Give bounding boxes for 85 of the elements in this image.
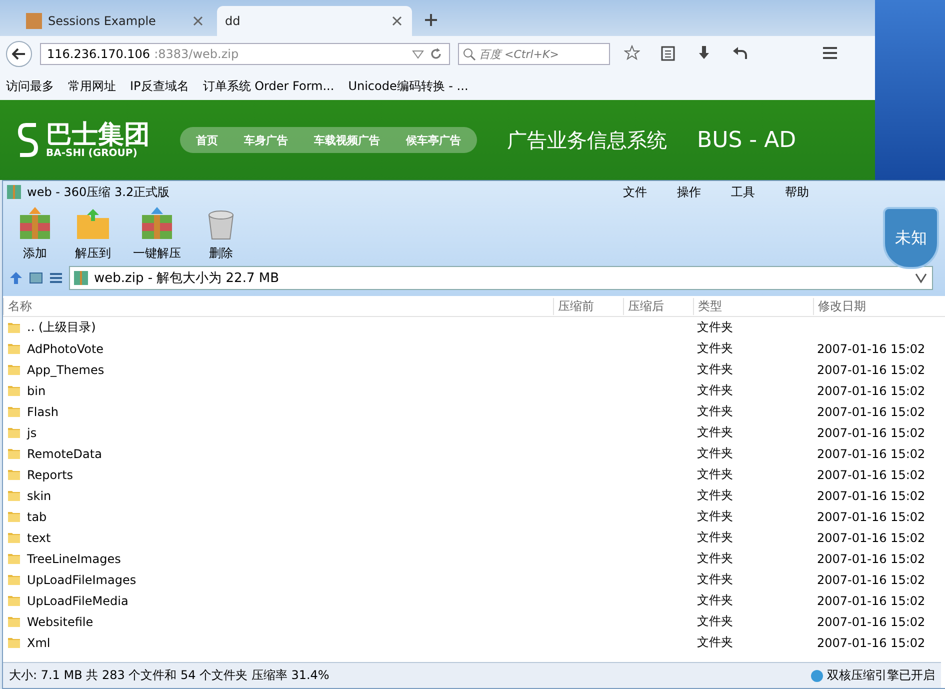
folder-icon — [7, 447, 21, 460]
bookmark-item[interactable]: 常用网址 — [68, 78, 116, 94]
file-row[interactable]: UpLoadFileMedia 文件夹 2007-01-16 15:02 — [3, 590, 945, 611]
column-header[interactable]: 名称 — [3, 298, 553, 314]
file-row[interactable]: AdPhotoVote 文件夹 2007-01-16 15:02 — [3, 338, 945, 359]
file-row[interactable]: RemoteData 文件夹 2007-01-16 15:02 — [3, 443, 945, 464]
bookmark-item[interactable]: 访问最多 — [6, 78, 54, 94]
file-row[interactable]: .. (上级目录) 文件夹 — [3, 317, 945, 338]
archive-icon — [74, 271, 88, 285]
file-row[interactable]: bin 文件夹 2007-01-16 15:02 — [3, 380, 945, 401]
folder-icon — [7, 615, 21, 628]
page-icon — [26, 13, 42, 29]
file-row[interactable]: Xml 文件夹 2007-01-16 15:02 — [3, 632, 945, 653]
back-button[interactable] — [6, 41, 32, 67]
column-header[interactable]: 压缩前 — [553, 298, 623, 314]
back-arrow-icon — [12, 48, 26, 60]
column-header[interactable]: 修改日期 — [813, 298, 945, 314]
file-row[interactable]: TreeLineImages 文件夹 2007-01-16 15:02 — [3, 548, 945, 569]
folder-icon — [7, 531, 21, 544]
toolbar-button[interactable]: 一键解压 — [133, 207, 181, 262]
list-icon[interactable] — [49, 271, 63, 285]
search-field[interactable]: 百度 <Ctrl+K> — [458, 43, 610, 65]
folder-icon — [7, 384, 21, 397]
site-title-en: BUS - AD — [697, 128, 796, 152]
menu-item[interactable]: 操作 — [665, 184, 713, 200]
bookmark-item[interactable]: IP反查域名 — [130, 78, 189, 94]
column-header[interactable]: 类型 — [693, 298, 813, 314]
folder-icon — [7, 636, 21, 649]
file-row[interactable]: UpLoadFileImages 文件夹 2007-01-16 15:02 — [3, 569, 945, 590]
path-field[interactable]: web.zip - 解包大小为 22.7 MB — [69, 266, 933, 290]
star-icon[interactable] — [624, 44, 640, 60]
window-title: web - 360压缩 3.2正式版 — [27, 184, 171, 200]
bookmark-item[interactable]: 订单系统 Order Form... — [202, 78, 334, 94]
browser-tab[interactable]: Sessions Example — [18, 6, 213, 36]
logo-icon — [18, 122, 40, 158]
view-icon[interactable] — [29, 271, 43, 285]
folder-icon — [7, 573, 21, 586]
close-icon[interactable] — [390, 14, 404, 28]
folder-icon — [7, 426, 21, 439]
folder-icon — [7, 552, 21, 565]
column-header[interactable]: 压缩后 — [623, 298, 693, 314]
chevron-down-icon[interactable] — [914, 271, 928, 285]
logo-subtitle: BA-SHI (GROUP) — [46, 148, 138, 158]
clipboard-icon[interactable] — [660, 44, 676, 60]
folder-icon — [7, 489, 21, 502]
plus-icon[interactable] — [424, 12, 438, 26]
file-row[interactable]: text 文件夹 2007-01-16 15:02 — [3, 527, 945, 548]
security-badge[interactable]: 未知 — [883, 207, 939, 269]
bookmark-item[interactable]: Unicode编码转换 - ... — [348, 78, 468, 94]
archive-icon — [17, 207, 53, 241]
toolbar-button[interactable]: 删除 — [203, 207, 239, 262]
folder-icon — [7, 405, 21, 418]
app-icon — [7, 185, 21, 199]
file-row[interactable]: tab 文件夹 2007-01-16 15:02 — [3, 506, 945, 527]
menu-item[interactable]: 文件 — [611, 184, 659, 200]
folder-icon — [7, 363, 21, 376]
file-row[interactable]: App_Themes 文件夹 2007-01-16 15:02 — [3, 359, 945, 380]
folder-icon — [7, 321, 21, 334]
toolbar-button[interactable]: 解压到 — [75, 207, 111, 262]
file-row[interactable]: Reports 文件夹 2007-01-16 15:02 — [3, 464, 945, 485]
menu-item[interactable]: 工具 — [719, 184, 767, 200]
folder-icon — [75, 207, 111, 241]
folder-icon — [7, 510, 21, 523]
close-icon[interactable] — [191, 14, 205, 28]
logo-text: 巴士集团 — [46, 122, 150, 148]
menu-item[interactable]: 帮助 — [773, 184, 821, 200]
archive-icon — [139, 207, 175, 241]
status-text: 大小: 7.1 MB 共 283 个文件和 54 个文件夹 压缩率 31.4% — [9, 667, 330, 684]
file-row[interactable]: Flash 文件夹 2007-01-16 15:02 — [3, 401, 945, 422]
reload-icon[interactable] — [429, 47, 443, 61]
undo-icon[interactable] — [732, 44, 748, 60]
folder-icon — [7, 594, 21, 607]
site-title: 广告业务信息系统 — [507, 126, 667, 154]
file-row[interactable]: Websitefile 文件夹 2007-01-16 15:02 — [3, 611, 945, 632]
browser-tab[interactable]: dd — [217, 6, 412, 36]
file-row[interactable]: js 文件夹 2007-01-16 15:02 — [3, 422, 945, 443]
address-field[interactable]: 116.236.170.106 :8383/web.zip — [40, 43, 450, 65]
engine-status: 双核压缩引擎已开启 — [827, 667, 935, 684]
toolbar-button[interactable]: 添加 — [17, 207, 53, 262]
up-arrow-icon[interactable] — [9, 271, 23, 285]
file-row[interactable]: skin 文件夹 2007-01-16 15:02 — [3, 485, 945, 506]
folder-icon — [7, 468, 21, 481]
download-icon[interactable] — [696, 44, 712, 60]
folder-icon — [7, 342, 21, 355]
menu-icon[interactable] — [822, 44, 838, 60]
